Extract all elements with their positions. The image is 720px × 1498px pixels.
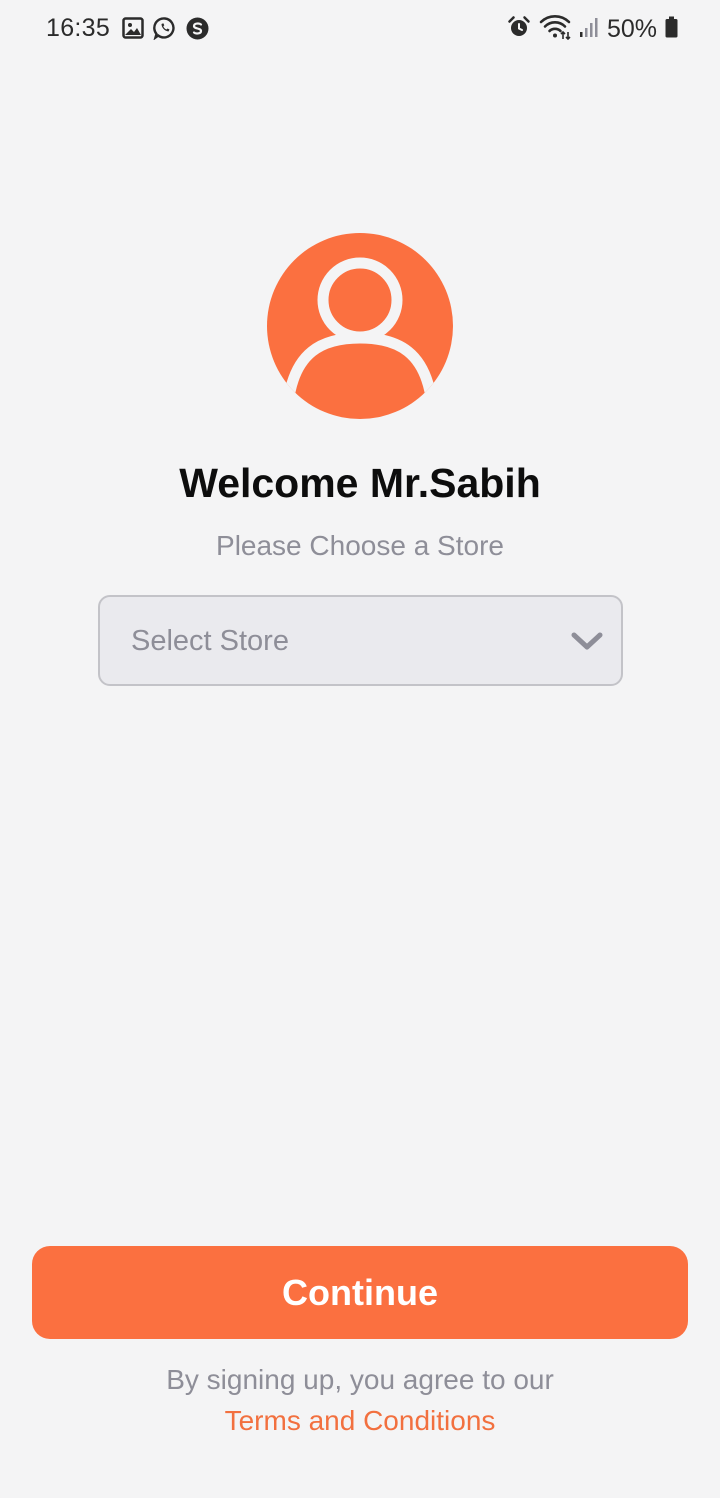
- store-dropdown[interactable]: Select Store: [98, 595, 623, 686]
- notification-icons: [122, 16, 209, 45]
- chevron-down-icon: [570, 627, 604, 655]
- s-app-icon: [186, 17, 209, 45]
- status-time: 16:35: [46, 14, 111, 42]
- battery-icon: [665, 16, 678, 43]
- terms-and-conditions-link[interactable]: Terms and Conditions: [0, 1405, 720, 1437]
- agreement-text: By signing up, you agree to our: [166, 1364, 554, 1395]
- status-bar: 16:35 50%: [0, 0, 720, 58]
- alarm-icon: [507, 15, 531, 44]
- store-selection-screen: 16:35 50% Welcome Mr.Sabih Please Choose…: [0, 0, 720, 1498]
- system-status-icons: 50%: [507, 14, 678, 45]
- user-icon: [267, 233, 453, 419]
- battery-percent: 50%: [606, 15, 657, 43]
- choose-store-subtitle: Please Choose a Store: [216, 530, 504, 561]
- continue-button[interactable]: Continue: [32, 1246, 688, 1339]
- gallery-icon: [122, 17, 144, 44]
- wifi-icon: [539, 14, 571, 45]
- signal-icon: [579, 16, 599, 43]
- store-dropdown-placeholder: Select Store: [131, 625, 289, 657]
- welcome-title: Welcome Mr.Sabih: [179, 460, 541, 506]
- user-avatar: [266, 232, 454, 420]
- whatsapp-icon: [153, 16, 177, 45]
